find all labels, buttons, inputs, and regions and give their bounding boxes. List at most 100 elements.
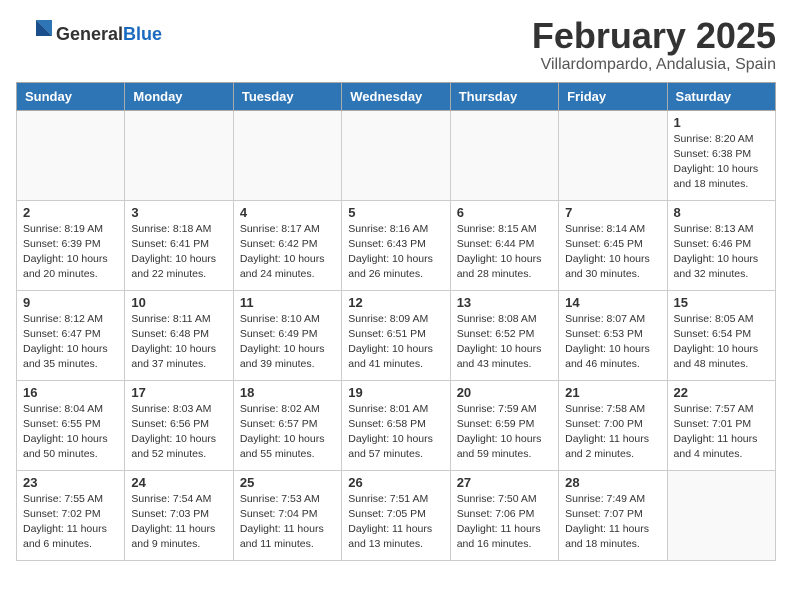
calendar-cell <box>342 110 450 200</box>
calendar-table: SundayMondayTuesdayWednesdayThursdayFrid… <box>16 82 776 561</box>
day-number: 25 <box>240 475 335 490</box>
calendar-cell: 2 Sunrise: 8:19 AM Sunset: 6:39 PM Daylig… <box>17 200 125 290</box>
title-area: February 2025 Villardompardo, Andalusia,… <box>532 16 776 74</box>
calendar-cell <box>667 470 775 560</box>
calendar-cell: 17Sunrise: 8:03 AM Sunset: 6:56 PM Dayli… <box>125 380 233 470</box>
calendar-cell: 9 Sunrise: 8:12 AM Sunset: 6:47 PM Daylig… <box>17 290 125 380</box>
weekday-header-friday: Friday <box>559 82 667 110</box>
day-info: Sunrise: 7:53 AM Sunset: 7:04 PM Dayligh… <box>240 492 335 553</box>
calendar-cell <box>450 110 558 200</box>
day-info: Sunrise: 7:57 AM Sunset: 7:01 PM Dayligh… <box>674 402 769 463</box>
weekday-header-saturday: Saturday <box>667 82 775 110</box>
logo: General Blue <box>16 16 162 52</box>
day-number: 15 <box>674 295 769 310</box>
calendar-cell <box>233 110 341 200</box>
day-number: 10 <box>131 295 226 310</box>
calendar-cell: 11 Sunrise: 8:10 AM Sunset: 6:49 PM Dayli… <box>233 290 341 380</box>
calendar-week-row: 2 Sunrise: 8:19 AM Sunset: 6:39 PM Daylig… <box>17 200 776 290</box>
weekday-header-thursday: Thursday <box>450 82 558 110</box>
calendar-cell: 8 Sunrise: 8:13 AM Sunset: 6:46 PM Daylig… <box>667 200 775 290</box>
day-info: Sunrise: 8:02 AM Sunset: 6:57 PM Dayligh… <box>240 402 335 463</box>
day-info: Sunrise: 8:20 AM Sunset: 6:38 PM Dayligh… <box>674 132 769 193</box>
calendar-cell: 1 Sunrise: 8:20 AM Sunset: 6:38 PM Daylig… <box>667 110 775 200</box>
day-info: Sunrise: 8:04 AM Sunset: 6:55 PM Dayligh… <box>23 402 118 463</box>
day-number: 12 <box>348 295 443 310</box>
day-number: 22 <box>674 385 769 400</box>
weekday-header-row: SundayMondayTuesdayWednesdayThursdayFrid… <box>17 82 776 110</box>
calendar-cell: 25 Sunrise: 7:53 AM Sunset: 7:04 PM Dayli… <box>233 470 341 560</box>
day-info: Sunrise: 7:54 AM Sunset: 7:03 PM Dayligh… <box>131 492 226 553</box>
day-info: Sunrise: 8:07 AM Sunset: 6:53 PM Dayligh… <box>565 312 660 373</box>
day-number: 9 <box>23 295 118 310</box>
day-number: 1 <box>674 115 769 130</box>
day-number: 2 <box>23 205 118 220</box>
day-info: Sunrise: 7:49 AM Sunset: 7:07 PM Dayligh… <box>565 492 660 553</box>
day-info: Sunrise: 8:05 AM Sunset: 6:54 PM Dayligh… <box>674 312 769 373</box>
day-number: 20 <box>457 385 552 400</box>
calendar-cell: 14Sunrise: 8:07 AM Sunset: 6:53 PM Dayli… <box>559 290 667 380</box>
day-info: Sunrise: 8:08 AM Sunset: 6:52 PM Dayligh… <box>457 312 552 373</box>
day-number: 13 <box>457 295 552 310</box>
day-info: Sunrise: 8:11 AM Sunset: 6:48 PM Dayligh… <box>131 312 226 373</box>
day-number: 23 <box>23 475 118 490</box>
calendar-cell: 7 Sunrise: 8:14 AM Sunset: 6:45 PM Daylig… <box>559 200 667 290</box>
day-info: Sunrise: 8:14 AM Sunset: 6:45 PM Dayligh… <box>565 222 660 283</box>
day-info: Sunrise: 8:17 AM Sunset: 6:42 PM Dayligh… <box>240 222 335 283</box>
calendar-cell: 16 Sunrise: 8:04 AM Sunset: 6:55 PM Dayli… <box>17 380 125 470</box>
calendar-cell: 23 Sunrise: 7:55 AM Sunset: 7:02 PM Dayli… <box>17 470 125 560</box>
day-number: 18 <box>240 385 335 400</box>
day-number: 4 <box>240 205 335 220</box>
day-number: 11 <box>240 295 335 310</box>
day-info: Sunrise: 7:55 AM Sunset: 7:02 PM Dayligh… <box>23 492 118 553</box>
logo-icon <box>16 16 52 52</box>
calendar-cell: 5Sunrise: 8:16 AM Sunset: 6:43 PM Daylig… <box>342 200 450 290</box>
day-info: Sunrise: 7:59 AM Sunset: 6:59 PM Dayligh… <box>457 402 552 463</box>
calendar-cell: 26 Sunrise: 7:51 AM Sunset: 7:05 PM Dayli… <box>342 470 450 560</box>
calendar-week-row: 1 Sunrise: 8:20 AM Sunset: 6:38 PM Daylig… <box>17 110 776 200</box>
calendar-week-row: 9 Sunrise: 8:12 AM Sunset: 6:47 PM Daylig… <box>17 290 776 380</box>
logo-blue-text: Blue <box>123 24 162 45</box>
weekday-header-monday: Monday <box>125 82 233 110</box>
weekday-header-tuesday: Tuesday <box>233 82 341 110</box>
day-number: 21 <box>565 385 660 400</box>
day-info: Sunrise: 7:58 AM Sunset: 7:00 PM Dayligh… <box>565 402 660 463</box>
calendar-cell: 15 Sunrise: 8:05 AM Sunset: 6:54 PM Dayli… <box>667 290 775 380</box>
calendar-cell: 20 Sunrise: 7:59 AM Sunset: 6:59 PM Dayli… <box>450 380 558 470</box>
calendar-cell: 3 Sunrise: 8:18 AM Sunset: 6:41 PM Daylig… <box>125 200 233 290</box>
day-number: 16 <box>23 385 118 400</box>
weekday-header-wednesday: Wednesday <box>342 82 450 110</box>
day-number: 3 <box>131 205 226 220</box>
calendar-cell: 12 Sunrise: 8:09 AM Sunset: 6:51 PM Dayli… <box>342 290 450 380</box>
day-info: Sunrise: 8:13 AM Sunset: 6:46 PM Dayligh… <box>674 222 769 283</box>
day-info: Sunrise: 8:03 AM Sunset: 6:56 PM Dayligh… <box>131 402 226 463</box>
day-info: Sunrise: 8:09 AM Sunset: 6:51 PM Dayligh… <box>348 312 443 373</box>
day-number: 28 <box>565 475 660 490</box>
day-info: Sunrise: 8:15 AM Sunset: 6:44 PM Dayligh… <box>457 222 552 283</box>
month-title: February 2025 <box>532 16 776 56</box>
day-number: 6 <box>457 205 552 220</box>
calendar-cell: 13 Sunrise: 8:08 AM Sunset: 6:52 PM Dayli… <box>450 290 558 380</box>
day-number: 5 <box>348 205 443 220</box>
calendar-cell: 27 Sunrise: 7:50 AM Sunset: 7:06 PM Dayli… <box>450 470 558 560</box>
day-info: Sunrise: 7:51 AM Sunset: 7:05 PM Dayligh… <box>348 492 443 553</box>
day-number: 24 <box>131 475 226 490</box>
day-info: Sunrise: 8:10 AM Sunset: 6:49 PM Dayligh… <box>240 312 335 373</box>
day-info: Sunrise: 8:12 AM Sunset: 6:47 PM Dayligh… <box>23 312 118 373</box>
calendar-cell <box>559 110 667 200</box>
day-info: Sunrise: 8:19 AM Sunset: 6:39 PM Dayligh… <box>23 222 118 283</box>
logo-general-text: General <box>56 24 123 45</box>
calendar-week-row: 23 Sunrise: 7:55 AM Sunset: 7:02 PM Dayli… <box>17 470 776 560</box>
calendar-cell: 10 Sunrise: 8:11 AM Sunset: 6:48 PM Dayli… <box>125 290 233 380</box>
day-info: Sunrise: 7:50 AM Sunset: 7:06 PM Dayligh… <box>457 492 552 553</box>
day-info: Sunrise: 8:18 AM Sunset: 6:41 PM Dayligh… <box>131 222 226 283</box>
location-title: Villardompardo, Andalusia, Spain <box>532 56 776 74</box>
calendar-cell: 4 Sunrise: 8:17 AM Sunset: 6:42 PM Daylig… <box>233 200 341 290</box>
day-number: 8 <box>674 205 769 220</box>
day-number: 7 <box>565 205 660 220</box>
calendar-cell: 19Sunrise: 8:01 AM Sunset: 6:58 PM Dayli… <box>342 380 450 470</box>
day-number: 26 <box>348 475 443 490</box>
day-number: 27 <box>457 475 552 490</box>
weekday-header-sunday: Sunday <box>17 82 125 110</box>
day-number: 19 <box>348 385 443 400</box>
calendar-cell: 24 Sunrise: 7:54 AM Sunset: 7:03 PM Dayli… <box>125 470 233 560</box>
